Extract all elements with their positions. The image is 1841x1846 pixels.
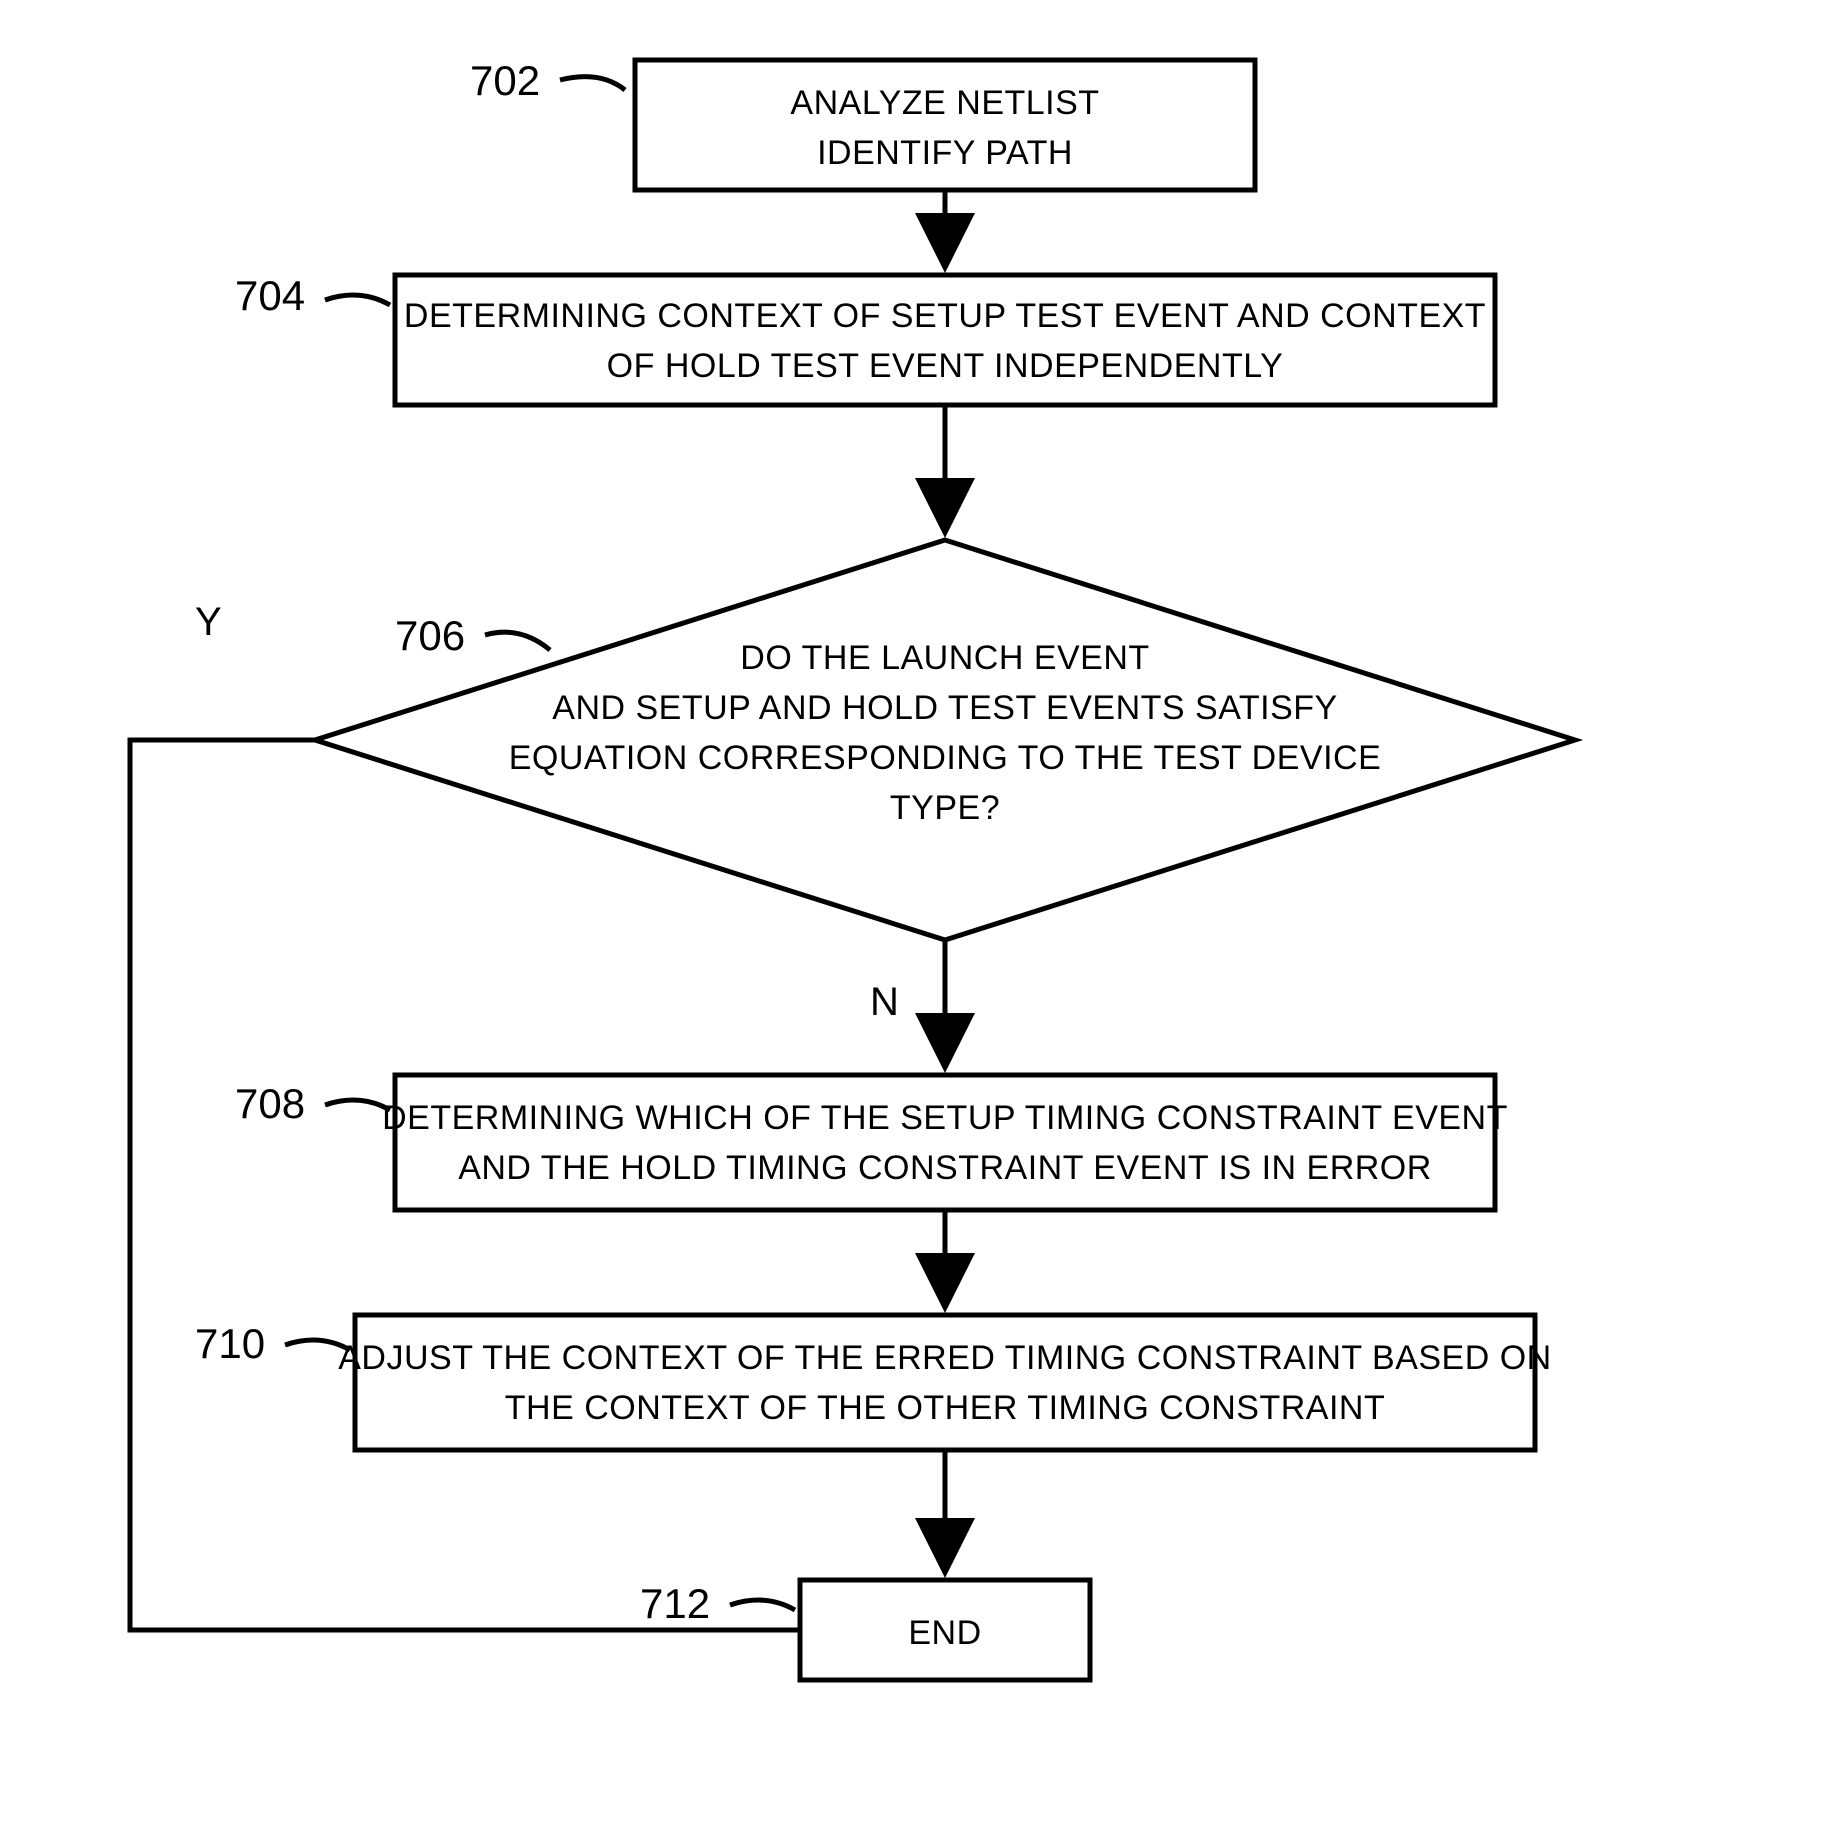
label-704: 704 bbox=[235, 272, 305, 319]
node-706-line2: AND SETUP AND HOLD TEST EVENTS SATISFY bbox=[552, 689, 1337, 727]
label-708: 708 bbox=[235, 1080, 305, 1127]
label-706: 706 bbox=[395, 612, 465, 659]
node-704: DETERMINING CONTEXT OF SETUP TEST EVENT … bbox=[395, 275, 1495, 405]
node-702-line1: ANALYZE NETLIST bbox=[790, 84, 1099, 122]
leader-704 bbox=[325, 295, 390, 305]
node-712-line1: END bbox=[908, 1614, 981, 1652]
leader-702 bbox=[560, 77, 625, 90]
leader-706 bbox=[485, 632, 550, 650]
node-704-line2: OF HOLD TEST EVENT INDEPENDENTLY bbox=[607, 347, 1284, 385]
node-706-line4: TYPE? bbox=[890, 789, 1000, 827]
node-710-line1: ADJUST THE CONTEXT OF THE ERRED TIMING C… bbox=[338, 1339, 1552, 1377]
decision-yes: Y bbox=[195, 600, 222, 644]
node-710: ADJUST THE CONTEXT OF THE ERRED TIMING C… bbox=[338, 1315, 1552, 1450]
node-706: DO THE LAUNCH EVENT AND SETUP AND HOLD T… bbox=[315, 540, 1575, 940]
node-708: DETERMINING WHICH OF THE SETUP TIMING CO… bbox=[382, 1075, 1508, 1210]
node-702: ANALYZE NETLIST IDENTIFY PATH bbox=[635, 60, 1255, 190]
label-702: 702 bbox=[470, 57, 540, 104]
label-712: 712 bbox=[640, 1580, 710, 1627]
decision-no: N bbox=[870, 980, 899, 1024]
node-710-line2: THE CONTEXT OF THE OTHER TIMING CONSTRAI… bbox=[505, 1389, 1385, 1427]
node-712: END bbox=[800, 1580, 1090, 1680]
node-708-line2: AND THE HOLD TIMING CONSTRAINT EVENT IS … bbox=[458, 1149, 1432, 1187]
flowchart-diagram: ANALYZE NETLIST IDENTIFY PATH 702 DETERM… bbox=[0, 0, 1841, 1846]
node-704-line1: DETERMINING CONTEXT OF SETUP TEST EVENT … bbox=[404, 297, 1486, 335]
node-706-line3: EQUATION CORRESPONDING TO THE TEST DEVIC… bbox=[509, 739, 1382, 777]
label-710: 710 bbox=[195, 1320, 265, 1367]
node-706-line1: DO THE LAUNCH EVENT bbox=[740, 639, 1149, 677]
leader-712 bbox=[730, 1600, 795, 1610]
node-708-line1: DETERMINING WHICH OF THE SETUP TIMING CO… bbox=[382, 1099, 1508, 1137]
node-702-line2: IDENTIFY PATH bbox=[817, 134, 1073, 172]
leader-708 bbox=[325, 1100, 390, 1110]
